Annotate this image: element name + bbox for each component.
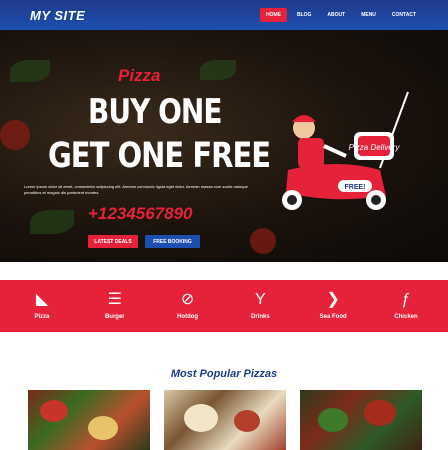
hero-description: Lorem ipsum dolor sit amet, consectetur … xyxy=(24,184,248,195)
basil-leaf-decoration xyxy=(200,60,236,80)
scooter-box-label: Pizza Delivery xyxy=(349,143,401,152)
nav-menu[interactable]: Menu xyxy=(355,8,382,22)
topping xyxy=(234,410,260,432)
burger-icon: ☰ xyxy=(107,291,122,308)
hotdog-icon: ⊘ xyxy=(180,291,195,308)
topping xyxy=(88,416,118,440)
category-label: Burger xyxy=(104,314,125,320)
basil-leaf-decoration xyxy=(10,60,50,82)
fish-icon: ❯ xyxy=(326,291,340,308)
latest-deals-button[interactable]: Latest Deals xyxy=(88,235,138,248)
main-nav: Home Blog About Menu Contact xyxy=(259,8,422,22)
category-label: Drinks xyxy=(251,314,270,320)
hero-tagline: Pizza xyxy=(118,66,161,85)
topping xyxy=(40,400,68,422)
category-bar: ◣ Pizza ☰ Burger ⊘ Hotdog Y Drinks ❯ Sea… xyxy=(0,280,448,332)
site-logo[interactable]: MY SITE xyxy=(30,8,85,23)
hero-heading-line2: GET ONE FREE xyxy=(48,134,271,176)
category-label: Chicken xyxy=(394,314,418,320)
category-pizza[interactable]: ◣ Pizza xyxy=(12,280,72,332)
scooter-free-label: FREE! xyxy=(345,184,366,191)
category-hotdog[interactable]: ⊘ Hotdog xyxy=(158,280,218,332)
tomato-decoration xyxy=(250,228,276,254)
category-seafood[interactable]: ❯ Sea Food xyxy=(303,280,363,332)
category-drinks[interactable]: Y Drinks xyxy=(230,280,290,332)
hero-phone[interactable]: +1234567890 xyxy=(88,204,192,224)
hero-heading-line1: BUY ONE xyxy=(88,91,222,132)
pizza-card-image[interactable] xyxy=(300,390,422,450)
delivery-scooter-illustration: Pizza Delivery FREE! xyxy=(282,91,409,210)
category-burger[interactable]: ☰ Burger xyxy=(85,280,145,332)
nav-about[interactable]: About xyxy=(321,8,351,22)
basil-leaf-decoration xyxy=(30,210,74,234)
site-header: MY SITE Home Blog About Menu Contact xyxy=(0,0,448,30)
section-title: Most Popular Pizzas xyxy=(170,368,278,380)
category-label: Pizza xyxy=(34,314,50,320)
topping xyxy=(184,404,218,432)
tomato-decoration xyxy=(0,120,30,150)
popular-pizzas-section: Most Popular Pizzas xyxy=(0,332,448,450)
hero-banner: Pizza BUY ONE GET ONE FREE Lorem ipsum d… xyxy=(0,0,448,262)
category-chicken[interactable]: ƒ Chicken xyxy=(376,280,436,332)
nav-home[interactable]: Home xyxy=(259,8,287,22)
nav-blog[interactable]: Blog xyxy=(291,8,317,22)
cocktail-icon: Y xyxy=(255,291,266,308)
pizza-slice-icon: ◣ xyxy=(35,291,49,308)
topping xyxy=(364,400,396,426)
category-label: Hotdog xyxy=(177,314,199,320)
topping xyxy=(318,408,348,432)
free-booking-button[interactable]: Free Booking xyxy=(145,235,200,248)
nav-contact[interactable]: Contact xyxy=(386,8,422,22)
pizza-card-image[interactable] xyxy=(28,390,150,450)
pizza-card-image[interactable] xyxy=(164,390,286,450)
drumstick-icon: ƒ xyxy=(401,291,411,308)
category-label: Sea Food xyxy=(319,314,347,320)
